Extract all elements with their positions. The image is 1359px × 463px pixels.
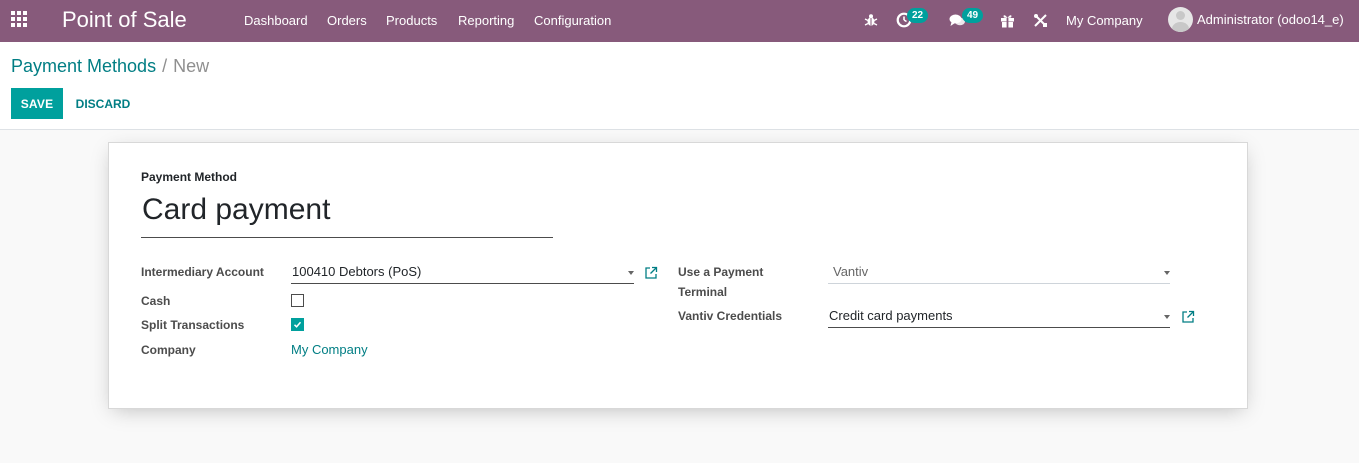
messages-count-badge: 49: [962, 8, 984, 23]
external-link-icon[interactable]: [644, 266, 658, 280]
menu-reporting[interactable]: Reporting: [458, 13, 514, 28]
payment-terminal-label-line2: Terminal: [678, 285, 728, 299]
top-navbar: Point of Sale Dashboard Orders Products …: [0, 0, 1359, 42]
control-panel: Payment Methods / New SAVE DISCARD: [0, 42, 1359, 130]
split-transactions-label: Split Transactions: [141, 318, 245, 332]
vantiv-credentials-select[interactable]: Credit card payments: [828, 306, 1170, 328]
bug-icon[interactable]: [861, 10, 881, 30]
breadcrumb-separator: /: [162, 56, 168, 76]
gift-icon[interactable]: [997, 10, 1017, 30]
user-menu[interactable]: Administrator (odoo14_e): [1168, 7, 1344, 32]
avatar: [1168, 7, 1193, 32]
form-sheet: Payment Method Card payment Intermediary…: [108, 142, 1248, 409]
payment-terminal-select[interactable]: Vantiv: [828, 262, 1170, 284]
company-label: Company: [141, 343, 196, 357]
menu-dashboard[interactable]: Dashboard: [244, 13, 308, 28]
company-switcher[interactable]: My Company: [1066, 13, 1143, 28]
breadcrumb: Payment Methods / New: [11, 56, 209, 77]
checkmark-icon: [293, 321, 302, 328]
cash-checkbox[interactable]: [291, 294, 304, 307]
split-transactions-checkbox[interactable]: [291, 318, 304, 331]
breadcrumb-current: New: [173, 56, 210, 76]
menu-configuration[interactable]: Configuration: [534, 13, 611, 28]
payment-method-name-input[interactable]: Card payment: [141, 190, 553, 238]
payment-terminal-value: Vantiv: [833, 264, 869, 279]
vantiv-credentials-label: Vantiv Credentials: [678, 309, 783, 323]
cash-label: Cash: [141, 294, 171, 308]
company-link[interactable]: My Company: [291, 340, 368, 360]
chevron-down-icon: [628, 271, 634, 275]
activity-count-badge: 22: [907, 8, 929, 23]
menu-products[interactable]: Products: [386, 13, 437, 28]
tools-icon[interactable]: [1030, 10, 1050, 30]
chevron-down-icon: [1164, 315, 1170, 319]
apps-menu-icon[interactable]: [11, 11, 29, 29]
user-name: Administrator (odoo14_e): [1197, 12, 1344, 27]
discard-button[interactable]: DISCARD: [70, 88, 136, 119]
save-button[interactable]: SAVE: [11, 88, 63, 119]
payment-terminal-label-line1: Use a Payment: [678, 265, 764, 279]
intermediary-account-label: Intermediary Account: [141, 265, 264, 279]
external-link-icon[interactable]: [1181, 310, 1195, 324]
vantiv-credentials-value: Credit card payments: [829, 308, 953, 323]
chevron-down-icon: [1164, 271, 1170, 275]
intermediary-account-value: 100410 Debtors (PoS): [292, 264, 422, 279]
payment-method-label: Payment Method: [141, 170, 238, 184]
menu-orders[interactable]: Orders: [327, 13, 367, 28]
intermediary-account-select[interactable]: 100410 Debtors (PoS): [291, 262, 634, 284]
app-title[interactable]: Point of Sale: [62, 7, 187, 33]
breadcrumb-payment-methods[interactable]: Payment Methods: [11, 56, 156, 76]
